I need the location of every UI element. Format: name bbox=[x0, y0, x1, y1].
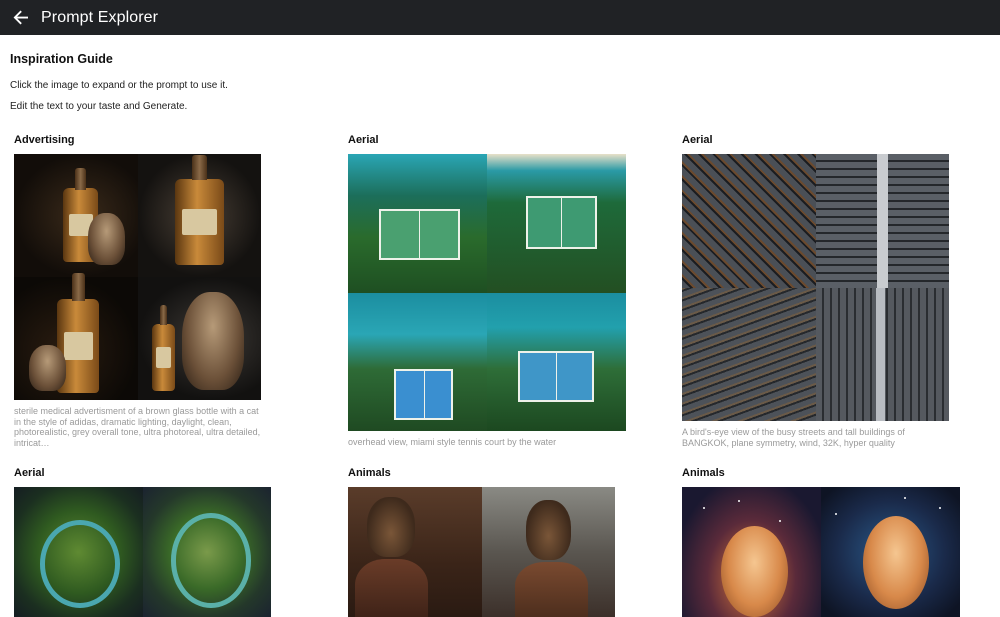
inspiration-card: Aerial overhead view, miami style tennis… bbox=[348, 133, 628, 448]
card-prompt[interactable]: overhead view, miami style tennis court … bbox=[348, 437, 628, 448]
card-category: Aerial bbox=[348, 134, 379, 146]
card-image[interactable] bbox=[14, 487, 271, 617]
card-prompt[interactable]: sterile medical advertisment of a brown … bbox=[14, 406, 264, 448]
inspiration-card: Aerial bbox=[14, 466, 274, 617]
inspiration-card: Aerial A bird's-eye view of the busy str… bbox=[682, 133, 952, 448]
app-header: Prompt Explorer bbox=[0, 0, 1000, 35]
inspiration-card: Animals bbox=[682, 466, 962, 617]
card-image[interactable] bbox=[348, 487, 615, 617]
instruction-text: Click the image to expand or the prompt … bbox=[10, 80, 228, 91]
card-category: Aerial bbox=[14, 467, 45, 479]
card-category: Animals bbox=[682, 467, 725, 479]
card-category: Aerial bbox=[682, 134, 713, 146]
card-image[interactable] bbox=[14, 154, 261, 400]
app-title: Prompt Explorer bbox=[41, 8, 159, 26]
arrow-left-icon bbox=[13, 10, 28, 25]
inspiration-card: Advertising sterile medical advertisment… bbox=[14, 133, 264, 448]
inspiration-card: Animals bbox=[348, 466, 618, 617]
card-image[interactable] bbox=[348, 154, 626, 431]
card-image[interactable] bbox=[682, 487, 960, 617]
page-title: Inspiration Guide bbox=[10, 52, 113, 66]
instruction-text: Edit the text to your taste and Generate… bbox=[10, 101, 188, 112]
back-button[interactable] bbox=[0, 0, 40, 35]
card-image[interactable] bbox=[682, 154, 949, 421]
card-category: Advertising bbox=[14, 134, 75, 146]
card-prompt[interactable]: A bird's-eye view of the busy streets an… bbox=[682, 427, 952, 448]
card-category: Animals bbox=[348, 467, 391, 479]
